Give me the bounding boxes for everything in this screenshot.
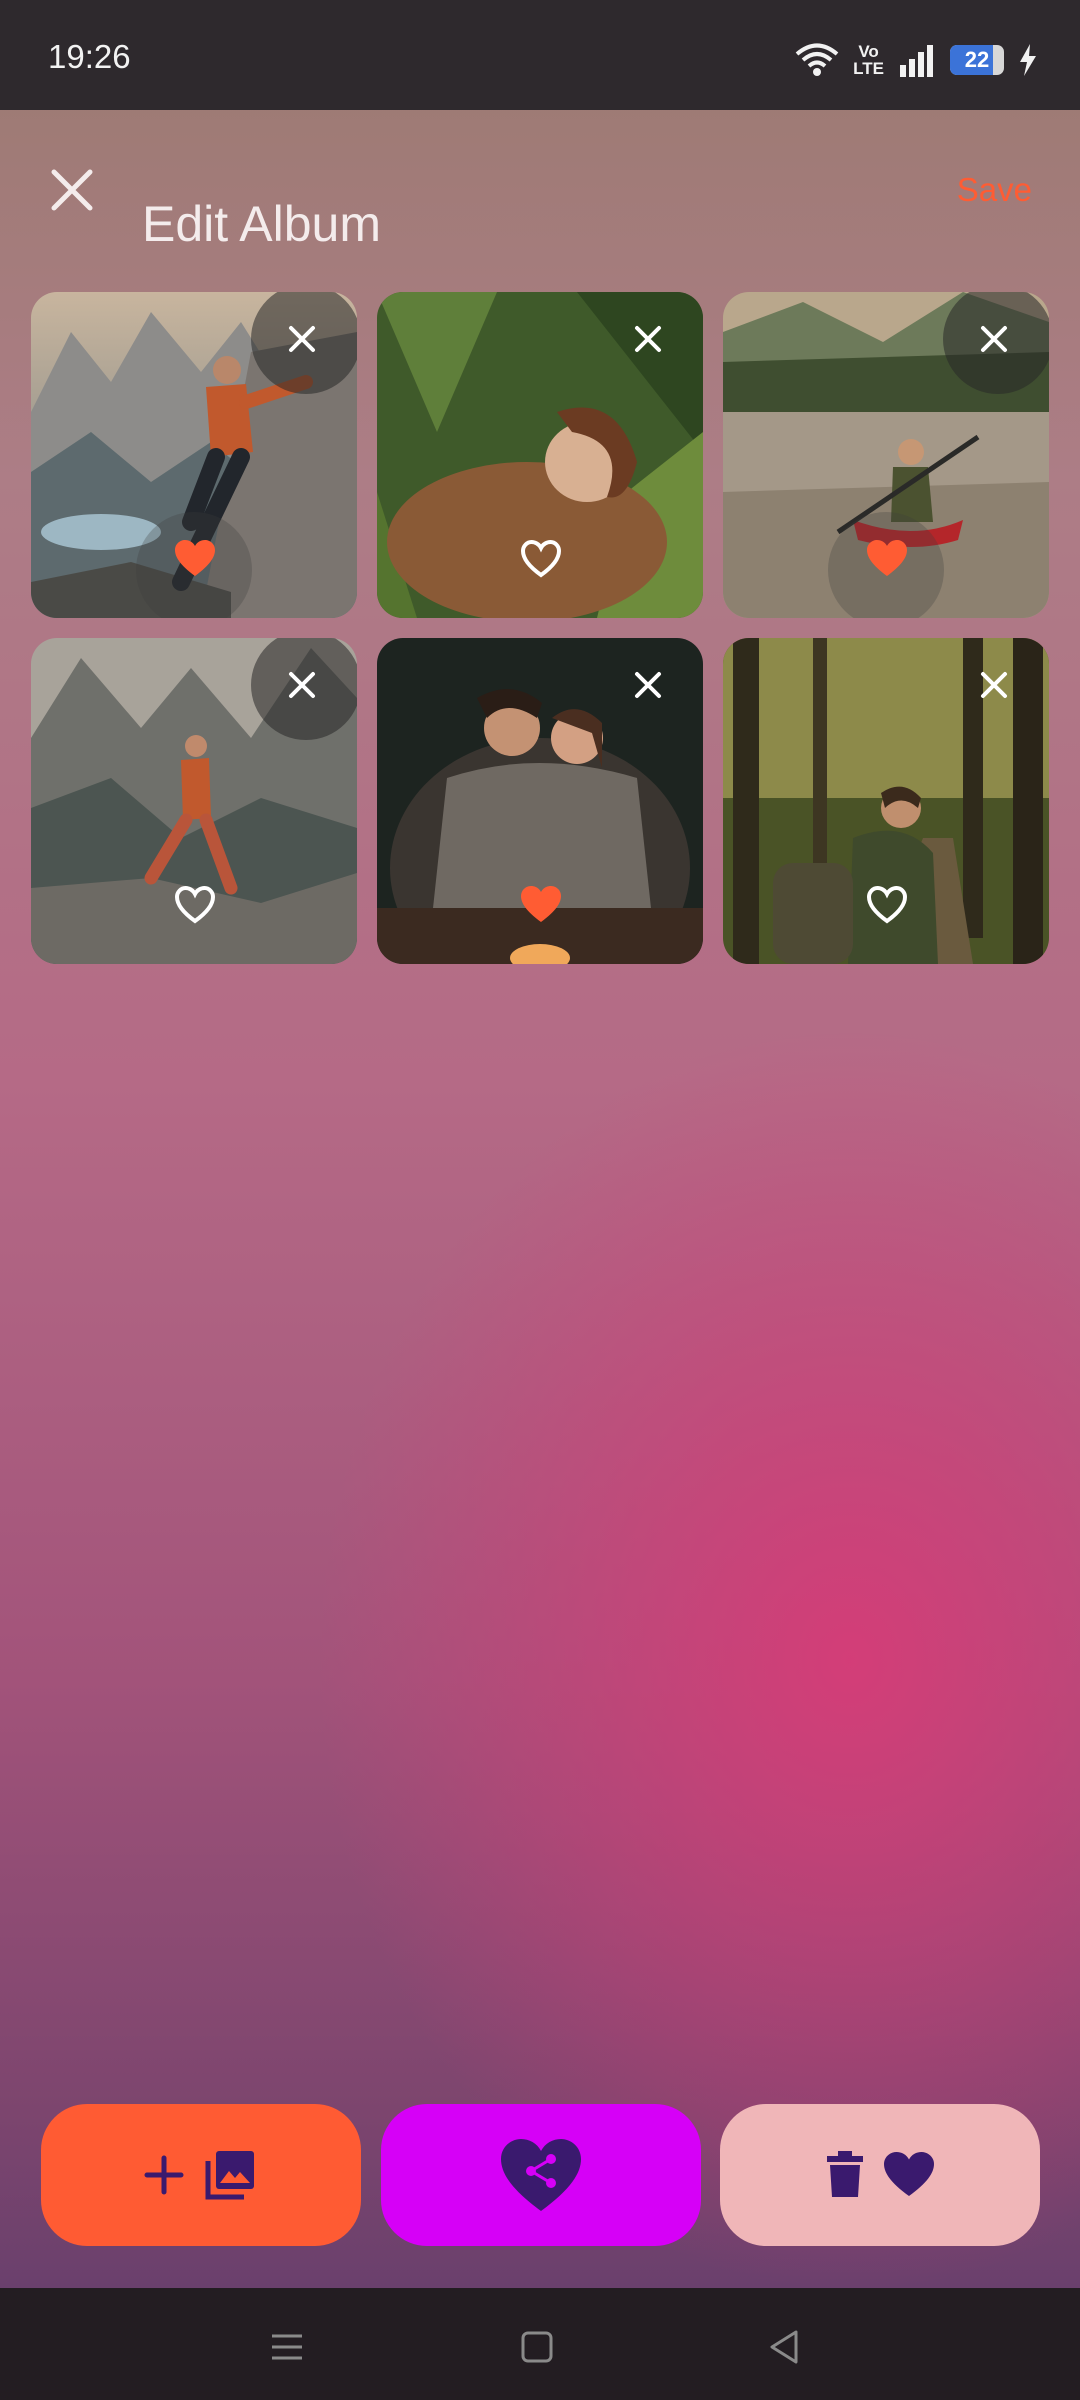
top-app-bar: Edit Album Save [0, 110, 1080, 270]
home-icon [521, 2331, 553, 2363]
save-button[interactable]: Save [957, 170, 1032, 210]
photo-tile-climber[interactable] [31, 292, 357, 618]
heart-outline-icon [866, 886, 908, 924]
heart-share-icon [501, 2139, 581, 2211]
page-title: Edit Album [142, 195, 382, 252]
close-icon [635, 326, 661, 352]
plus-icon [144, 2155, 184, 2195]
charging-icon [1020, 44, 1036, 76]
photo-tile-forest-hiker[interactable] [723, 638, 1049, 964]
favorite-button[interactable] [136, 512, 252, 618]
system-nav-bar [0, 2288, 1080, 2400]
close-button[interactable] [44, 162, 100, 218]
close-icon [289, 672, 315, 698]
close-icon [51, 169, 93, 211]
battery-level: 22 [964, 47, 990, 72]
favorite-button[interactable] [828, 858, 944, 964]
volte-label-bottom: LTE [853, 59, 884, 78]
signal-icon [900, 45, 933, 77]
edit-album-screen: 19:26 Vo LTE 22 Edit Album Save [0, 0, 1080, 2400]
favorite-button[interactable] [136, 858, 252, 964]
menu-icon [272, 2334, 302, 2360]
home-button[interactable] [512, 2322, 562, 2372]
wifi-icon [795, 43, 839, 76]
close-icon [981, 326, 1007, 352]
back-button[interactable] [760, 2322, 810, 2372]
photo-tile-mountain-runner[interactable] [31, 638, 357, 964]
status-time: 19:26 [48, 38, 131, 75]
photo-tile-couple-by-campfire[interactable] [377, 638, 703, 964]
close-icon [635, 672, 661, 698]
bottom-actions [0, 2100, 1080, 2250]
trash-icon [827, 2151, 863, 2197]
favorite-button[interactable] [482, 512, 598, 618]
status-bar: 19:26 Vo LTE 22 [0, 0, 1080, 110]
close-icon [981, 672, 1007, 698]
heart-filled-icon [521, 886, 561, 922]
photo-tile-kayaker[interactable] [723, 292, 1049, 618]
heart-filled-icon [175, 540, 215, 576]
share-favorites-button[interactable] [381, 2104, 701, 2246]
add-photos-button[interactable] [41, 2104, 361, 2246]
heart-filled-icon [867, 540, 907, 576]
heart-icon [884, 2152, 934, 2196]
photo-tile-woman-in-ferns[interactable] [377, 292, 703, 618]
volte-label-top: Vo [858, 42, 879, 61]
volte-icon: Vo LTE [853, 43, 884, 77]
photo-library-icon [205, 2151, 254, 2200]
status-icons: Vo LTE 22 [795, 38, 1038, 82]
heart-outline-icon [520, 540, 562, 578]
heart-outline-icon [174, 886, 216, 924]
recents-button[interactable] [262, 2322, 312, 2372]
close-icon [289, 326, 315, 352]
delete-favorites-button[interactable] [720, 2104, 1040, 2246]
favorite-button[interactable] [482, 858, 598, 964]
battery-icon: 22 [950, 45, 1004, 75]
back-icon [770, 2330, 798, 2364]
favorite-button[interactable] [828, 512, 944, 618]
